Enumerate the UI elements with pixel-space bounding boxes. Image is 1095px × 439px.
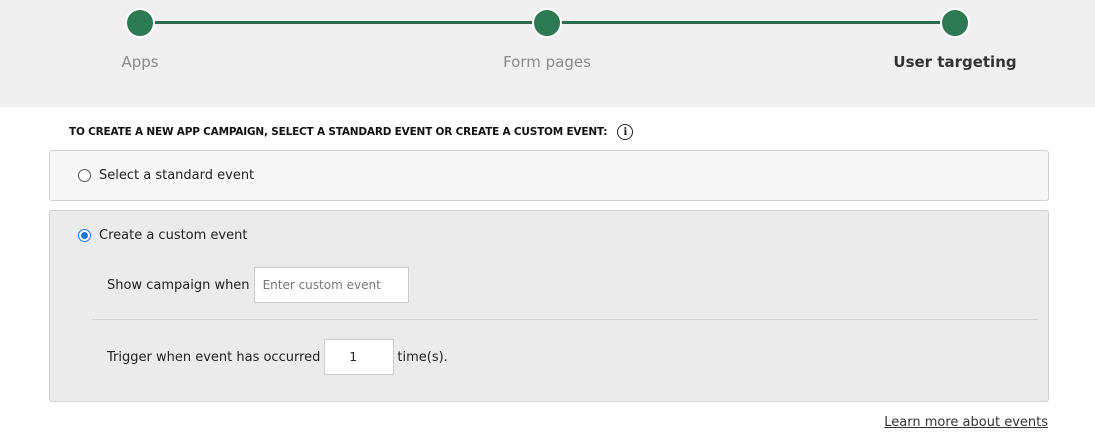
learn-more-link[interactable]: Learn more about events bbox=[884, 415, 1048, 430]
progress-stepper: Apps Form pages User targeting bbox=[0, 0, 1095, 107]
step-dot-apps[interactable] bbox=[125, 8, 155, 38]
step-label-form-pages[interactable]: Form pages bbox=[503, 53, 591, 71]
standard-event-label[interactable]: Select a standard event bbox=[99, 168, 254, 183]
custom-event-label[interactable]: Create a custom event bbox=[99, 228, 247, 243]
step-label-apps[interactable]: Apps bbox=[121, 53, 158, 71]
standard-event-radio[interactable] bbox=[78, 169, 91, 182]
section-heading: TO CREATE A NEW APP CAMPAIGN, SELECT A S… bbox=[69, 124, 634, 140]
custom-event-radio[interactable] bbox=[78, 229, 91, 242]
step-dot-form-pages[interactable] bbox=[532, 8, 562, 38]
custom-event-panel: Create a custom event Show campaign when… bbox=[49, 210, 1049, 402]
step-label-user-targeting[interactable]: User targeting bbox=[893, 53, 1016, 71]
section-heading-text: TO CREATE A NEW APP CAMPAIGN, SELECT A S… bbox=[69, 126, 608, 138]
standard-event-option[interactable]: Select a standard event bbox=[78, 168, 254, 183]
show-campaign-row: Show campaign when bbox=[107, 267, 409, 303]
custom-event-input[interactable] bbox=[253, 267, 409, 303]
trigger-row: Trigger when event has occurred time(s). bbox=[107, 339, 448, 375]
trigger-suffix: time(s). bbox=[397, 349, 448, 365]
step-dot-user-targeting[interactable] bbox=[940, 8, 970, 38]
trigger-count-input[interactable] bbox=[324, 339, 395, 375]
info-icon[interactable]: i bbox=[617, 124, 634, 140]
field-divider bbox=[92, 319, 1038, 320]
standard-event-panel[interactable]: Select a standard event bbox=[49, 150, 1049, 201]
stepper-line-2 bbox=[547, 21, 955, 24]
stepper-line-1 bbox=[140, 21, 547, 24]
trigger-label: Trigger when event has occurred bbox=[107, 349, 321, 365]
show-campaign-label: Show campaign when bbox=[107, 277, 250, 293]
custom-event-option[interactable]: Create a custom event bbox=[78, 228, 247, 243]
